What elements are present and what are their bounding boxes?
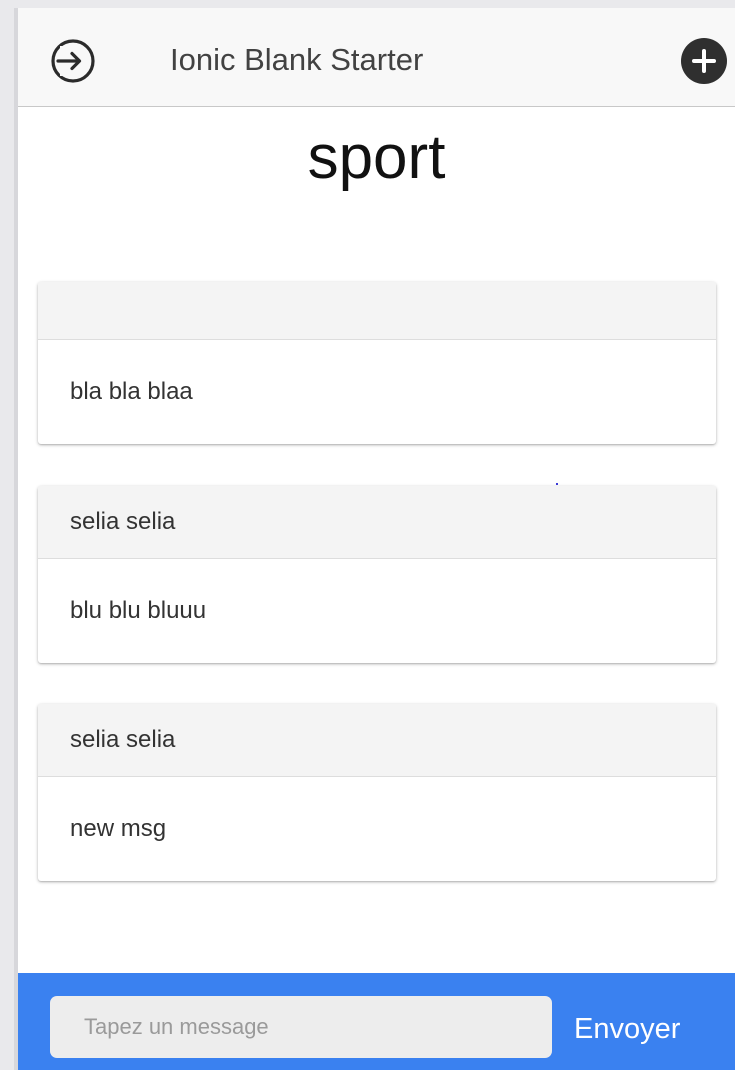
send-button[interactable]: Envoyer bbox=[574, 1011, 680, 1047]
message-text: new msg bbox=[70, 815, 167, 842]
message-card: selia selia new msg bbox=[38, 704, 716, 881]
message-footer: Envoyer bbox=[18, 973, 735, 1070]
message-text: blu blu bluuu bbox=[70, 597, 207, 624]
message-card: selia selia blu blu bluuu bbox=[38, 486, 716, 663]
message-author: selia selia bbox=[38, 486, 716, 559]
message-author bbox=[38, 282, 716, 340]
toolbar: Ionic Blank Starter bbox=[18, 8, 735, 107]
login-icon bbox=[51, 39, 95, 83]
stray-dot bbox=[556, 483, 558, 485]
login-button[interactable] bbox=[48, 36, 98, 86]
message-input[interactable] bbox=[50, 996, 552, 1058]
message-text: bla bla blaa bbox=[70, 378, 193, 405]
message-card: bla bla blaa bbox=[38, 282, 716, 444]
message-author: selia selia bbox=[38, 704, 716, 777]
toolbar-title: Ionic Blank Starter bbox=[170, 42, 424, 77]
add-circle-icon[interactable] bbox=[681, 38, 727, 84]
app-screen: Ionic Blank Starter sport bla bla blaa s… bbox=[18, 8, 735, 1070]
page-title: sport bbox=[307, 123, 446, 192]
